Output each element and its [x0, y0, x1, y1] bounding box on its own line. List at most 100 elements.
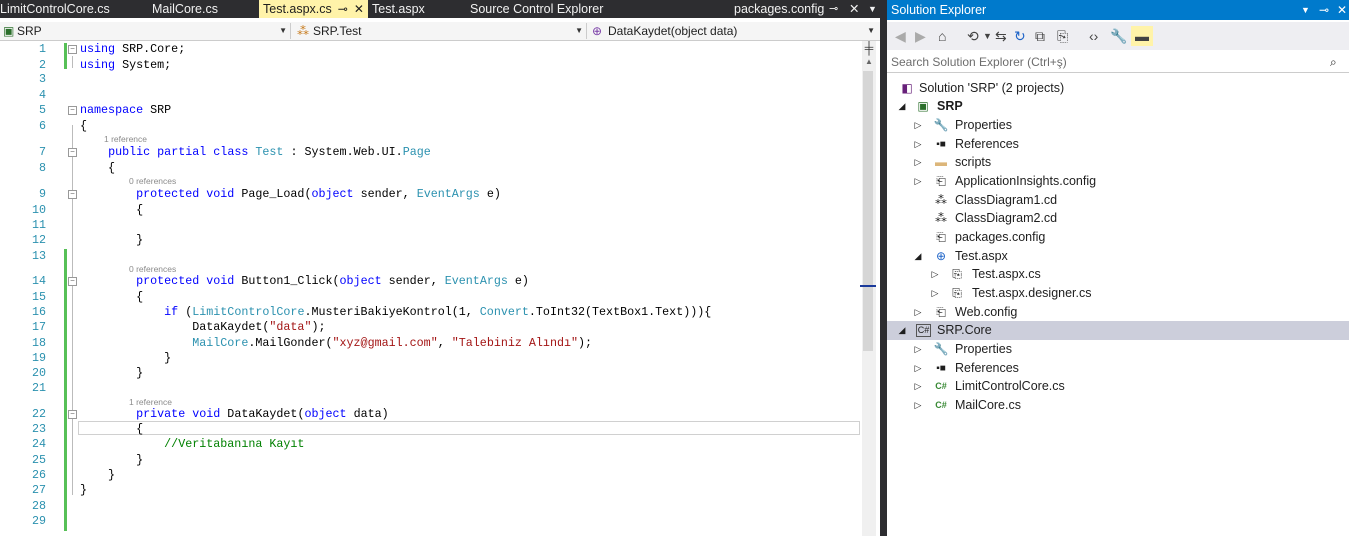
web-project-icon: ▣ [917, 99, 929, 113]
pin-icon[interactable]: ⊸ [338, 2, 348, 16]
collapse-all-icon[interactable]: ⧉ [1035, 26, 1045, 46]
tab-test-aspx[interactable]: Test.aspx [372, 0, 425, 18]
codelens-references[interactable]: 1 reference [129, 397, 172, 407]
close-icon[interactable]: ✕ [849, 0, 859, 18]
tree-item-properties[interactable]: ▷ 🔧 Properties [887, 340, 1349, 359]
close-icon[interactable]: ✕ [1337, 0, 1347, 20]
tree-label: Properties [955, 342, 1012, 356]
solution-explorer-toolbar: ◀ ▶ ⌂ ⟲ ▼ ⇆ ↻ ⧉ ⎘ ‹› 🔧 ▬ [887, 22, 1349, 50]
preview-icon[interactable]: ▬ [1131, 26, 1153, 46]
tab-label: Test.aspx.cs [263, 2, 332, 16]
class-diagram-icon: ⁂ [935, 211, 947, 225]
tree-item-mailcore[interactable]: ▷ C# MailCore.cs [887, 396, 1349, 415]
history-icon[interactable]: ⟲ [967, 26, 979, 46]
scroll-thumb[interactable] [863, 71, 873, 351]
tree-item-properties[interactable]: ▷ 🔧 Properties [887, 116, 1349, 135]
codelens-references[interactable]: 0 references [129, 176, 176, 186]
tree-item-test-aspx-cs[interactable]: ▷ ⎘ Test.aspx.cs [887, 265, 1349, 284]
class-name: SRP.Test [313, 24, 362, 38]
tree-label: LimitControlCore.cs [955, 379, 1065, 393]
member-dropdown[interactable]: ⊕ DataKaydet(object data) ▼ [590, 23, 878, 39]
collapse-icon[interactable]: ▷ [913, 359, 923, 378]
close-icon[interactable]: ✕ [354, 2, 364, 16]
back-icon[interactable]: ◀ [895, 26, 906, 46]
tree-item-solution[interactable]: ◧ Solution 'SRP' (2 projects) [887, 79, 1349, 98]
collapse-icon[interactable]: ▷ [913, 396, 923, 415]
tree-item-web-config[interactable]: ▷ ⎗ Web.config [887, 303, 1349, 322]
collapse-icon[interactable]: ▷ [913, 377, 923, 396]
collapse-icon[interactable]: ▷ [930, 265, 940, 284]
tree-label: ApplicationInsights.config [955, 174, 1097, 188]
tab-packages-config[interactable]: packages.config [734, 0, 824, 18]
tree-item-classdiagram2[interactable]: ⁂ ClassDiagram2.cd [887, 209, 1349, 228]
solution-explorer-titlebar: Solution Explorer ▼ ⊸ ✕ [887, 0, 1349, 20]
class-diagram-icon: ⁂ [935, 193, 947, 207]
vertical-scrollbar[interactable]: ╪ ▲ [860, 41, 876, 536]
tree-label: SRP.Core [937, 323, 992, 337]
tree-item-references[interactable]: ▷ ▪■ References [887, 359, 1349, 378]
project-name: SRP [17, 24, 42, 38]
csharp-file-icon: C# [935, 400, 947, 410]
tree-item-project-srp-core[interactable]: ◢ C# SRP.Core [887, 321, 1349, 340]
solution-icon: ◧ [901, 81, 913, 95]
collapse-icon[interactable]: ▷ [913, 135, 923, 154]
tree-item-limitcontrolcore[interactable]: ▷ C# LimitControlCore.cs [887, 377, 1349, 396]
collapse-icon[interactable]: ▷ [913, 172, 923, 191]
code-editor[interactable]: LimitControlCore.cs MailCore.cs Test.asp… [0, 0, 880, 536]
sync-icon[interactable]: ⇆ [995, 26, 1007, 46]
tree-item-references[interactable]: ▷ ▪■ References [887, 135, 1349, 154]
split-icon[interactable]: ╪ [862, 41, 876, 55]
tree-item-project-srp[interactable]: ◢ ▣ SRP [887, 97, 1349, 116]
tab-test-aspx-cs[interactable]: Test.aspx.cs ⊸ ✕ [259, 0, 368, 18]
change-marker [64, 249, 67, 531]
string-literal: "xyz@gmail.com" [332, 336, 438, 350]
navigation-bar: ▣ SRP ▼ ⁂ SRP.Test ▼ ⊕ DataKaydet(object… [0, 22, 880, 41]
tree-item-packages-config[interactable]: ⎗ packages.config [887, 228, 1349, 247]
config-file-icon: ⎗ [936, 230, 946, 244]
dropdown-icon[interactable]: ▼ [868, 0, 877, 18]
tree-label: ClassDiagram1.cd [955, 193, 1058, 207]
project-dropdown[interactable]: ▣ SRP ▼ [0, 23, 291, 39]
panel-splitter[interactable] [880, 0, 887, 536]
collapse-icon[interactable]: ▷ [930, 284, 940, 303]
tree-label: MailCore.cs [955, 398, 1021, 412]
tab-mailcore[interactable]: MailCore.cs [152, 0, 218, 18]
code-comment: //Veritabanına Kayıt [164, 437, 305, 451]
pin-icon[interactable]: ⊸ [829, 0, 838, 18]
tab-source-control-explorer[interactable]: Source Control Explorer [470, 0, 603, 18]
chevron-down-icon[interactable]: ▼ [1301, 0, 1310, 20]
view-code-icon[interactable]: ‹› [1089, 26, 1098, 46]
codelens-references[interactable]: 0 references [129, 264, 176, 274]
codelens-references[interactable]: 1 reference [104, 134, 147, 144]
refresh-icon[interactable]: ↻ [1014, 26, 1026, 46]
expand-icon[interactable]: ◢ [897, 97, 907, 116]
collapse-icon[interactable]: ▷ [913, 153, 923, 172]
collapse-icon[interactable]: ▷ [913, 303, 923, 322]
collapse-icon[interactable]: ▷ [913, 116, 923, 135]
tree-item-test-designer[interactable]: ▷ ⎘ Test.aspx.designer.cs [887, 284, 1349, 303]
tree-label: scripts [955, 155, 992, 169]
tree-item-classdiagram1[interactable]: ⁂ ClassDiagram1.cd [887, 191, 1349, 210]
tree-item-scripts[interactable]: ▷ ▬ scripts [887, 153, 1349, 172]
search-icon[interactable]: ⌕ [1330, 52, 1337, 72]
expand-icon[interactable]: ◢ [897, 321, 907, 340]
solution-explorer-panel: Solution Explorer ▼ ⊸ ✕ ◀ ▶ ⌂ ⟲ ▼ ⇆ ↻ ⧉ … [887, 0, 1349, 536]
class-dropdown[interactable]: ⁂ SRP.Test ▼ [294, 23, 587, 39]
chevron-down-icon[interactable]: ▼ [983, 26, 992, 46]
class-icon: ⁂ [297, 24, 309, 38]
tree-item-appinsights[interactable]: ▷ ⎗ ApplicationInsights.config [887, 172, 1349, 191]
config-file-icon: ⎗ [936, 174, 946, 188]
properties-icon[interactable]: 🔧 [1110, 26, 1127, 46]
csharp-project-icon: C# [916, 324, 931, 337]
forward-icon[interactable]: ▶ [915, 26, 926, 46]
code-area[interactable]: 1− using SRP.Core; 2 using System; 3 4 5− n… [0, 41, 860, 536]
tree-item-test-aspx[interactable]: ◢ ⊕ Test.aspx [887, 247, 1349, 266]
tab-limitcontrolcore[interactable]: LimitControlCore.cs [0, 0, 110, 18]
search-solution-explorer[interactable]: Search Solution Explorer (Ctrl+ş) ⌕ [887, 52, 1349, 73]
show-all-files-icon[interactable]: ⎘ [1057, 26, 1068, 46]
collapse-icon[interactable]: ▷ [913, 340, 923, 359]
scroll-up-icon[interactable]: ▲ [865, 57, 873, 66]
home-icon[interactable]: ⌂ [938, 26, 946, 46]
pin-icon[interactable]: ⊸ [1319, 0, 1329, 20]
expand-icon[interactable]: ◢ [913, 247, 923, 266]
